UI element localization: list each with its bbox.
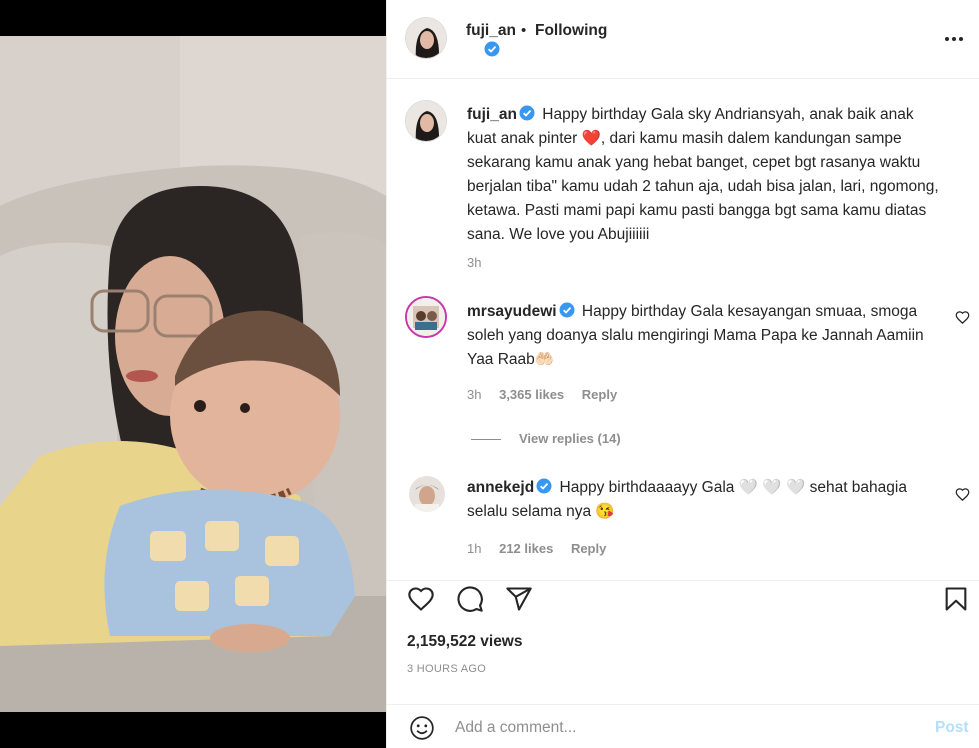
red-heart-emoji: ❤️ xyxy=(581,130,601,147)
post-header: fuji_an • Following xyxy=(387,0,979,79)
comment-username[interactable]: annekejd xyxy=(467,479,534,496)
praying-hands-emoji: 🤲🏻 xyxy=(534,351,555,368)
like-heart-icon[interactable] xyxy=(407,585,435,613)
comment-timestamp[interactable]: 3h xyxy=(467,387,481,402)
replies-divider-line xyxy=(471,439,501,441)
comment-like-heart-icon[interactable] xyxy=(955,310,970,325)
video-frame[interactable] xyxy=(0,36,386,712)
comment-input[interactable] xyxy=(455,716,915,740)
avatar[interactable] xyxy=(405,17,447,59)
post-button[interactable]: Post xyxy=(935,719,969,737)
verified-icon xyxy=(559,302,575,318)
verified-icon xyxy=(519,105,535,121)
comment-likes-count[interactable]: 212 likes xyxy=(499,541,553,556)
kiss-emoji: 😘 xyxy=(595,503,615,520)
view-replies-label: View replies (14) xyxy=(519,431,621,446)
views-count[interactable]: 2,159,522 views xyxy=(407,633,523,651)
post-timestamp[interactable]: 3 HOURS AGO xyxy=(407,663,486,675)
comment-icon[interactable] xyxy=(456,585,484,613)
more-options-icon[interactable] xyxy=(942,31,966,47)
comment-meta: 3h 3,365 likes Reply xyxy=(467,387,631,402)
comment-text: mrsayudewi Happy birthday Gala kesayanga… xyxy=(467,300,937,372)
share-icon[interactable] xyxy=(505,585,533,613)
comment-avatar[interactable] xyxy=(409,476,445,512)
post-media[interactable] xyxy=(0,0,386,748)
caption-avatar[interactable] xyxy=(405,100,447,142)
view-replies-button[interactable]: View replies (14) xyxy=(471,431,621,446)
action-bar xyxy=(387,580,979,614)
video-still-image xyxy=(0,36,386,712)
white-hearts-emoji: 🤍 🤍 🤍 xyxy=(738,479,806,496)
comment-avatar[interactable] xyxy=(405,296,447,338)
add-comment-bar: Post xyxy=(387,704,979,748)
comment-body-start: Happy birthdaaaayy Gala xyxy=(559,479,735,496)
reply-button[interactable]: Reply xyxy=(571,541,606,556)
comment-meta: 1h 212 likes Reply xyxy=(467,541,620,556)
caption-text: fuji_an Happy birthday Gala sky Andrians… xyxy=(467,103,947,247)
comment-like-heart-icon[interactable] xyxy=(955,487,970,502)
separator-dot: • xyxy=(521,22,527,39)
bookmark-icon[interactable] xyxy=(942,585,970,613)
caption-timestamp[interactable]: 3h xyxy=(467,255,481,270)
comment-text: annekejd Happy birthdaaaayy Gala 🤍 🤍 🤍 s… xyxy=(467,476,937,524)
comment-list[interactable]: fuji_an Happy birthday Gala sky Andrians… xyxy=(387,80,979,580)
header-username[interactable]: fuji_an xyxy=(466,22,516,40)
caption-username[interactable]: fuji_an xyxy=(467,106,517,123)
comment-timestamp[interactable]: 1h xyxy=(467,541,481,556)
verified-icon xyxy=(484,41,500,57)
comment-username[interactable]: mrsayudewi xyxy=(467,303,557,320)
reply-button[interactable]: Reply xyxy=(582,387,617,402)
emoji-icon[interactable] xyxy=(409,715,435,741)
post-detail-panel: fuji_an • Following fuji_an Happy birthd… xyxy=(386,0,979,748)
verified-icon xyxy=(536,478,552,494)
comment-likes-count[interactable]: 3,365 likes xyxy=(499,387,564,402)
following-button[interactable]: Following xyxy=(535,22,607,40)
